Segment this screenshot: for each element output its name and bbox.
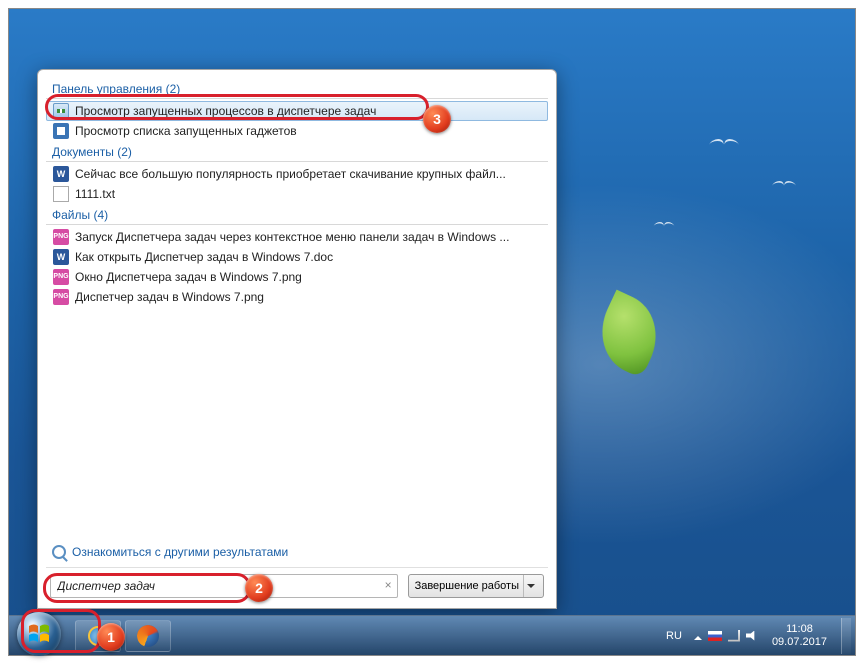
taskbar: RU 11:08 09.07.2017 [9,615,855,655]
see-more-results-link[interactable]: Ознакомиться с другими результатами [46,539,548,563]
shutdown-label: Завершение работы [415,580,519,592]
system-tray: RU 11:08 09.07.2017 [662,618,855,654]
png-file-icon: PNG [53,269,69,285]
start-menu-search-panel: Панель управления (2) Просмотр запущенны… [37,69,557,609]
result-label: Как открыть Диспетчер задач в Windows 7.… [75,250,333,264]
wallpaper-bird [772,181,796,197]
tutorial-frame: Панель управления (2) Просмотр запущенны… [8,8,856,656]
result-item-document[interactable]: W Сейчас все большую популярность приобр… [46,164,548,184]
result-item-taskmgr-processes[interactable]: Просмотр запущенных процессов в диспетче… [46,101,548,121]
result-item-gadgets-list[interactable]: Просмотр списка запущенных гаджетов [46,121,548,141]
result-item-file[interactable]: PNG Диспетчер задач в Windows 7.png [46,287,548,307]
search-icon [52,545,66,559]
taskbar-item-firefox[interactable] [125,620,171,652]
taskbar-item-internet-explorer[interactable] [75,620,121,652]
result-item-file[interactable]: PNG Окно Диспетчера задач в Windows 7.pn… [46,267,548,287]
wallpaper-bird [709,139,739,159]
start-menu-bottom-row: × Завершение работы [46,567,548,598]
chevron-down-icon [527,584,535,592]
network-icon[interactable] [728,630,740,642]
language-indicator[interactable]: RU [662,628,686,644]
png-file-icon: PNG [53,289,69,305]
search-results-area: Панель управления (2) Просмотр запущенны… [46,78,548,539]
word-doc-icon: W [53,249,69,265]
start-button[interactable] [17,612,61,656]
result-label: 1111.txt [75,187,115,201]
result-label: Сейчас все большую популярность приобрет… [75,167,506,181]
group-header-control-panel: Панель управления (2) [46,78,548,99]
result-item-file[interactable]: PNG Запуск Диспетчера задач через контек… [46,227,548,247]
clear-search-icon[interactable]: × [385,578,392,592]
result-item-file[interactable]: W Как открыть Диспетчер задач в Windows … [46,247,548,267]
tray-icons [694,630,758,642]
wallpaper-bird [654,222,675,236]
show-desktop-button[interactable] [841,618,851,654]
firefox-icon [137,625,159,647]
tray-clock[interactable]: 11:08 09.07.2017 [766,623,833,649]
result-label: Запуск Диспетчера задач через контекстно… [75,230,509,244]
taskmgr-icon [53,103,69,119]
shutdown-options-split[interactable] [523,575,537,597]
search-field-wrapper: × [50,574,398,598]
taskbar-pinned-items [75,620,171,652]
start-search-input[interactable] [50,574,398,598]
group-header-documents: Документы (2) [46,141,548,162]
show-hidden-icons[interactable] [694,632,702,640]
shutdown-button[interactable]: Завершение работы [408,574,544,598]
gadget-icon [53,123,69,139]
wallpaper-leaf [587,290,671,379]
more-results-label: Ознакомиться с другими результатами [72,545,288,559]
result-label: Окно Диспетчера задач в Windows 7.png [75,270,302,284]
tray-date: 09.07.2017 [772,636,827,649]
result-label: Диспетчер задач в Windows 7.png [75,290,264,304]
group-header-files: Файлы (4) [46,204,548,225]
desktop-wallpaper: Панель управления (2) Просмотр запущенны… [9,9,855,655]
action-center-icon[interactable] [708,631,722,641]
volume-icon[interactable] [746,631,758,641]
windows-logo-icon [26,621,52,647]
png-file-icon: PNG [53,229,69,245]
word-doc-icon: W [53,166,69,182]
internet-explorer-icon [88,626,108,646]
result-label: Просмотр списка запущенных гаджетов [75,124,297,138]
result-label: Просмотр запущенных процессов в диспетче… [75,104,376,118]
tray-time: 11:08 [772,623,827,636]
result-item-document[interactable]: 1111.txt [46,184,548,204]
txt-file-icon [53,186,69,202]
